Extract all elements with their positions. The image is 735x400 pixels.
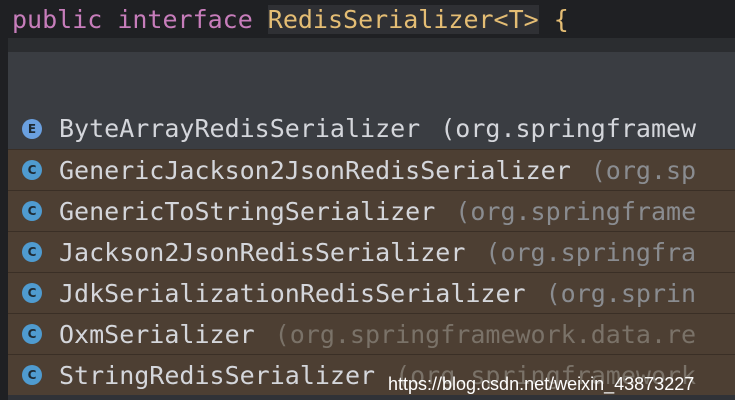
suggestion-package: (org.sp [590,155,697,185]
suggestion-class-name: GenericToStringSerializer [59,196,436,226]
suggestion-row-oxmserializer[interactable]: C OxmSerializer (org.springframework.dat… [8,313,735,354]
suggestion-package: (org.springframe [455,196,697,226]
suggestion-class-name: ByteArrayRedisSerializer [59,114,421,143]
code-line: public interface RedisSerializer<T> { [0,0,735,38]
enum-icon: E [22,118,42,139]
suggestion-row-generictostringserializer[interactable]: C GenericToStringSerializer (org.springf… [8,190,735,231]
class-icon: C [22,365,42,385]
completion-popup: E ByteArrayRedisSerializer (org.springfr… [8,52,735,400]
suggestion-class-name: Jackson2JsonRedisSerializer [59,237,466,267]
suggestion-class-name: StringRedisSerializer [59,360,376,390]
suggestion-package: (org.springframew [440,114,697,143]
keyword-public: public [12,4,103,34]
open-brace: { [553,4,569,34]
class-icon: C [22,324,42,344]
suggestion-package: (org.springframework.data.re [274,319,697,349]
keyword-interface: interface [117,4,253,34]
suggestion-package: (org.springfra [485,237,697,267]
suggestion-row-jackson2jsonredisserializer[interactable]: C Jackson2JsonRedisSerializer (org.sprin… [8,231,735,272]
watermark-text: https://blog.csdn.net/weixin_43873227 [388,374,695,394]
completion-popup-header [8,52,735,108]
suggestion-package: (org.sprin [545,278,697,308]
class-icon: C [22,242,42,262]
suggestion-class-name: OxmSerializer [59,319,255,349]
suggestion-row-bytearrayredisserializer[interactable]: E ByteArrayRedisSerializer (org.springfr… [8,108,735,149]
suggestion-row-jdkserializationredisserializer[interactable]: C JdkSerializationRedisSerializer (org.s… [8,272,735,313]
class-icon: C [22,201,42,221]
suggestion-class-name: JdkSerializationRedisSerializer [59,278,526,308]
suggestion-row-genericjackson2jsonredisserializer[interactable]: C GenericJackson2JsonRedisSerializer (or… [8,149,735,190]
suggestion-class-name: GenericJackson2JsonRedisSerializer [59,155,571,185]
class-icon: C [22,160,42,180]
editor-gutter [0,38,8,400]
interface-name[interactable]: RedisSerializer<T> [267,4,539,34]
class-icon: C [22,283,42,303]
